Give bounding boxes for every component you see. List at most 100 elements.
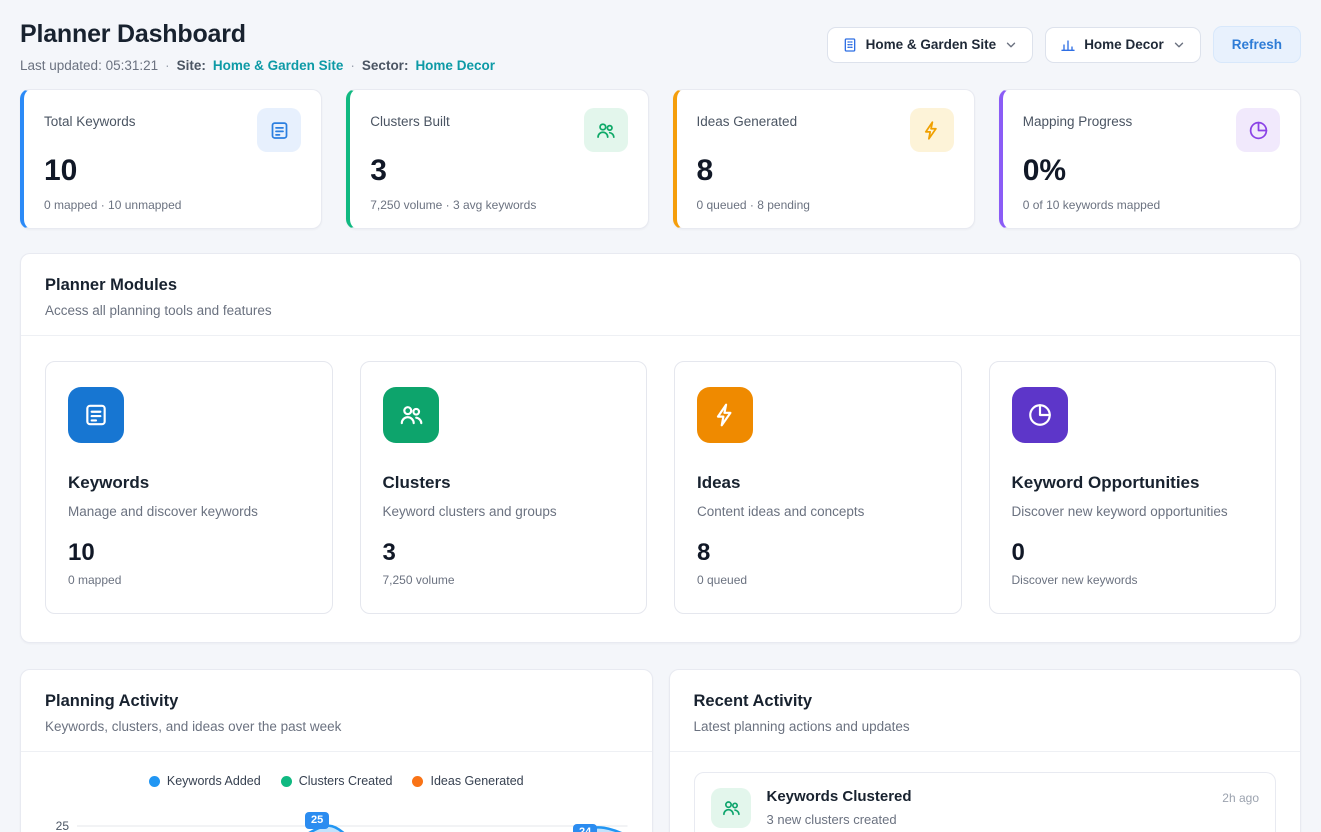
stat-value: 8 (697, 154, 954, 188)
stat-card-ideas-generated: Ideas Generated 8 0 queued · 8 pending (673, 89, 975, 229)
module-value: 0 (1012, 539, 1254, 567)
stat-detail: 0 of 10 keywords mapped (1023, 198, 1280, 212)
page-title: Planner Dashboard (20, 20, 495, 49)
building-icon (842, 37, 858, 53)
stat-label: Total Keywords (44, 108, 136, 129)
users-icon (711, 788, 751, 828)
planning-activity-header: Planning Activity Keywords, clusters, an… (21, 670, 652, 752)
sector-selector-label: Home Decor (1084, 37, 1164, 52)
stat-card-total-keywords: Total Keywords 10 0 mapped · 10 unmapped (20, 89, 322, 229)
site-link[interactable]: Home & Garden Site (213, 58, 344, 73)
legend-dot-orange (412, 776, 423, 787)
legend-dot-green (281, 776, 292, 787)
chart-legend: Keywords Added Clusters Created Ideas Ge… (45, 774, 628, 788)
stat-label: Ideas Generated (697, 108, 798, 129)
modules-grid: Keywords Manage and discover keywords 10… (21, 336, 1300, 642)
users-icon (584, 108, 628, 152)
page-meta: Last updated: 05:31:21 · Site: Home & Ga… (20, 58, 495, 73)
section-title: Planner Modules (45, 276, 1276, 295)
stat-card-mapping-progress: Mapping Progress 0% 0 of 10 keywords map… (999, 89, 1301, 229)
module-value: 8 (697, 539, 939, 567)
pie-chart-icon (1236, 108, 1280, 152)
section-subtitle: Latest planning actions and updates (694, 719, 1277, 734)
stat-value: 10 (44, 154, 301, 188)
module-card-keyword-opportunities[interactable]: Keyword Opportunities Discover new keywo… (989, 361, 1277, 614)
document-icon (257, 108, 301, 152)
stats-grid: Total Keywords 10 0 mapped · 10 unmapped… (20, 89, 1301, 229)
recent-activity-list: Keywords Clustered 3 new clusters create… (670, 752, 1301, 832)
section-title: Recent Activity (694, 692, 1277, 711)
area-chart: 25 24 (77, 810, 628, 832)
activity-timestamp: 2h ago (1222, 788, 1259, 805)
activity-description: 3 new clusters created (767, 812, 1207, 827)
data-point-label: 25 (305, 812, 329, 829)
chevron-down-icon (1172, 38, 1186, 52)
topbar: Planner Dashboard Last updated: 05:31:21… (20, 20, 1301, 73)
module-description: Content ideas and concepts (697, 504, 939, 519)
stat-card-clusters-built: Clusters Built 3 7,250 volume · 3 avg ke… (346, 89, 648, 229)
users-icon (383, 387, 439, 443)
data-point-label: 24 (573, 824, 597, 832)
separator-dot: · (165, 58, 170, 73)
planner-modules-card: Planner Modules Access all planning tool… (20, 253, 1301, 643)
module-card-keywords[interactable]: Keywords Manage and discover keywords 10… (45, 361, 333, 614)
module-card-clusters[interactable]: Clusters Keyword clusters and groups 3 7… (360, 361, 648, 614)
recent-activity-card: Recent Activity Latest planning actions … (669, 669, 1302, 832)
document-icon (68, 387, 124, 443)
module-detail: 0 queued (697, 573, 939, 587)
stat-detail: 0 queued · 8 pending (697, 198, 954, 212)
module-title: Keyword Opportunities (1012, 473, 1254, 493)
legend-item-clusters-created[interactable]: Clusters Created (281, 774, 393, 788)
stat-label: Clusters Built (370, 108, 450, 129)
sector-link[interactable]: Home Decor (415, 58, 495, 73)
module-detail: Discover new keywords (1012, 573, 1254, 587)
section-subtitle: Access all planning tools and features (45, 303, 1276, 318)
module-title: Ideas (697, 473, 939, 493)
module-detail: 7,250 volume (383, 573, 625, 587)
section-subtitle: Keywords, clusters, and ideas over the p… (45, 719, 628, 734)
y-axis-tick-label: 25 (45, 810, 77, 832)
site-label: Site: (177, 58, 206, 73)
activity-content: Keywords Clustered 3 new clusters create… (767, 788, 1207, 827)
stat-value: 3 (370, 154, 627, 188)
bolt-icon (910, 108, 954, 152)
chart-plot-area: 25 25 24 (45, 810, 628, 832)
stat-value: 0% (1023, 154, 1280, 188)
module-title: Clusters (383, 473, 625, 493)
module-description: Keyword clusters and groups (383, 504, 625, 519)
module-description: Manage and discover keywords (68, 504, 310, 519)
sector-label: Sector: (362, 58, 409, 73)
legend-item-ideas-generated[interactable]: Ideas Generated (412, 774, 523, 788)
site-selector-label: Home & Garden Site (866, 37, 997, 52)
area-chart-svg (77, 810, 628, 832)
module-value: 3 (383, 539, 625, 567)
activity-title: Keywords Clustered (767, 788, 1207, 805)
chevron-down-icon (1004, 38, 1018, 52)
section-title: Planning Activity (45, 692, 628, 711)
legend-item-keywords-added[interactable]: Keywords Added (149, 774, 261, 788)
sector-selector-dropdown[interactable]: Home Decor (1045, 27, 1201, 63)
stat-detail: 7,250 volume · 3 avg keywords (370, 198, 627, 212)
planner-modules-header: Planner Modules Access all planning tool… (21, 254, 1300, 336)
separator-dot: · (350, 58, 355, 73)
refresh-button[interactable]: Refresh (1213, 26, 1301, 63)
stat-detail: 0 mapped · 10 unmapped (44, 198, 301, 212)
planner-dashboard-page: Planner Dashboard Last updated: 05:31:21… (0, 0, 1321, 832)
module-detail: 0 mapped (68, 573, 310, 587)
topbar-left: Planner Dashboard Last updated: 05:31:21… (20, 20, 495, 73)
bottom-row: Planning Activity Keywords, clusters, an… (20, 669, 1301, 832)
site-selector-dropdown[interactable]: Home & Garden Site (827, 27, 1034, 63)
planning-activity-card: Planning Activity Keywords, clusters, an… (20, 669, 653, 832)
bar-chart-icon (1060, 37, 1076, 53)
legend-label: Clusters Created (299, 774, 393, 788)
activity-list-item: Keywords Clustered 3 new clusters create… (694, 772, 1277, 832)
legend-dot-blue (149, 776, 160, 787)
module-value: 10 (68, 539, 310, 567)
legend-label: Ideas Generated (430, 774, 523, 788)
bolt-icon (697, 387, 753, 443)
topbar-controls: Home & Garden Site Home Decor Refresh (827, 20, 1301, 63)
planning-activity-chart: Keywords Added Clusters Created Ideas Ge… (21, 752, 652, 832)
legend-label: Keywords Added (167, 774, 261, 788)
module-card-ideas[interactable]: Ideas Content ideas and concepts 8 0 que… (674, 361, 962, 614)
pie-chart-icon (1012, 387, 1068, 443)
